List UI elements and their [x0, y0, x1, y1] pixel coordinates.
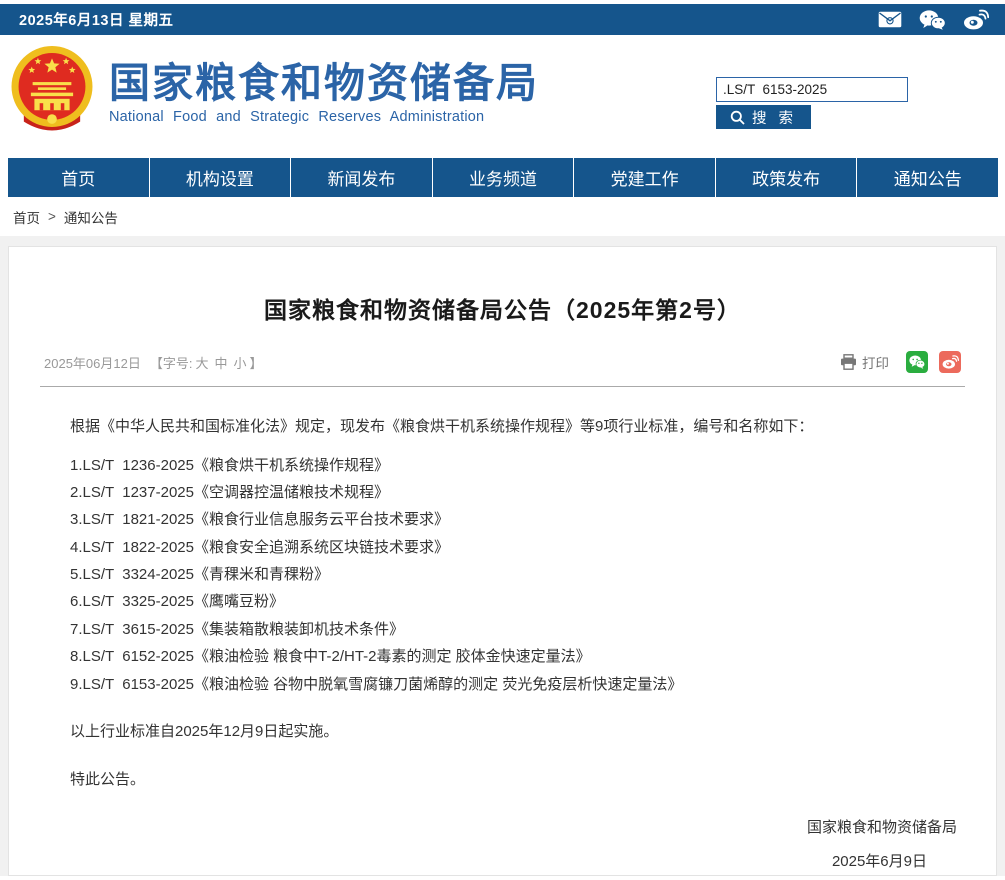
nav-item-label: 业务频道: [469, 165, 537, 190]
standard-item-6: 6.LS/T 3325-2025《鹰嘴豆粉》: [40, 594, 965, 610]
topbar-icon-group: [878, 9, 989, 30]
site-name: 国家粮食和物资储备局 National Food and Strategic R…: [109, 60, 539, 124]
announcement-container: 国家粮食和物资储备局公告（2025年第2号） 2025年06月12日 【字号: …: [8, 246, 997, 876]
printer-icon: [840, 354, 857, 370]
search-button[interactable]: 搜 索: [716, 105, 811, 129]
search-input[interactable]: [716, 77, 908, 102]
weibo-share-icon[interactable]: [939, 351, 961, 373]
standard-item-1: 1.LS/T 1236-2025《粮食烘干机系统操作规程》: [40, 458, 965, 474]
signature: 国家粮食和物资储备局: [40, 816, 957, 837]
site-logo[interactable]: 国家粮食和物资储备局 National Food and Strategic R…: [8, 44, 539, 141]
font-size-medium-button[interactable]: 中: [214, 353, 227, 372]
nav-item-organization[interactable]: 机构设置: [150, 158, 292, 197]
national-emblem-icon: [8, 44, 96, 141]
wechat-share-icon[interactable]: [906, 351, 928, 373]
implementation-note: 以上行业标准自2025年12月9日起实施。: [40, 720, 965, 741]
font-size-small-button[interactable]: 小: [234, 353, 247, 372]
search-button-label: 搜 索: [752, 107, 797, 128]
nav-item-notices[interactable]: 通知公告: [857, 158, 998, 197]
nav-item-label: 机构设置: [186, 165, 254, 190]
font-size-large-button[interactable]: 大: [195, 353, 208, 372]
breadcrumb-home-link[interactable]: 首页: [13, 207, 40, 227]
standard-item-3: 3.LS/T 1821-2025《粮食行业信息服务云平台技术要求》: [40, 512, 965, 528]
main-nav: 首页 机构设置 新闻发布 业务频道 党建工作 政策发布 通知公告: [8, 158, 998, 197]
standard-item-8: 8.LS/T 6152-2025《粮油检验 粮食中T-2/HT-2毒素的测定 胶…: [40, 649, 965, 665]
announcement-intro: 根据《中华人民共和国标准化法》规定，现发布《粮食烘干机系统操作规程》等9项行业标…: [40, 416, 965, 439]
standard-item-9: 9.LS/T 6153-2025《粮油检验 谷物中脱氧雪腐镰刀菌烯醇的测定 荧光…: [40, 677, 965, 693]
print-button[interactable]: 打印: [840, 352, 889, 372]
top-bar: 2025年6月13日 星期五: [0, 4, 1005, 35]
signature-date: 2025年6月9日: [40, 850, 927, 871]
site-name-english: National Food and Strategic Reserves Adm…: [109, 109, 539, 125]
search-icon: [730, 110, 745, 125]
nav-item-business[interactable]: 业务频道: [433, 158, 575, 197]
site-name-chinese: 国家粮食和物资储备局: [109, 60, 539, 107]
announcement-body: 根据《中华人民共和国标准化法》规定，现发布《粮食烘干机系统操作规程》等9项行业标…: [40, 387, 965, 876]
standard-item-7: 7.LS/T 3615-2025《集装箱散粮装卸机技术条件》: [40, 622, 965, 638]
article-meta-right: 打印: [840, 351, 961, 373]
print-label: 打印: [862, 352, 889, 372]
mail-icon[interactable]: [878, 11, 902, 28]
wechat-icon[interactable]: [919, 10, 946, 30]
page-background: 国家粮食和物资储备局公告（2025年第2号） 2025年06月12日 【字号: …: [0, 236, 1005, 876]
nav-item-label: 政策发布: [752, 165, 820, 190]
publish-date: 2025年06月12日: [44, 353, 141, 372]
closing-statement: 特此公告。: [40, 768, 965, 789]
article-meta-row: 2025年06月12日 【字号: 大 中 小 】: [40, 351, 965, 387]
site-search: 搜 索: [716, 77, 908, 129]
nav-item-label: 新闻发布: [327, 165, 395, 190]
weibo-icon[interactable]: [963, 9, 989, 30]
breadcrumb: 首页 > 通知公告: [0, 197, 1005, 236]
nav-item-label: 首页: [61, 165, 95, 190]
site-header: 国家粮食和物资储备局 National Food and Strategic R…: [0, 35, 1005, 158]
font-size-prefix: 【字号:: [150, 353, 193, 372]
current-date: 2025年6月13日 星期五: [19, 9, 173, 30]
nav-item-label: 党建工作: [611, 165, 679, 190]
standard-item-5: 5.LS/T 3324-2025《青稞米和青稞粉》: [40, 567, 965, 583]
standard-item-4: 4.LS/T 1822-2025《粮食安全追溯系统区块链技术要求》: [40, 540, 965, 556]
nav-item-label: 通知公告: [894, 165, 962, 190]
font-size-suffix: 】: [250, 353, 263, 372]
nav-item-home[interactable]: 首页: [8, 158, 150, 197]
breadcrumb-current-link[interactable]: 通知公告: [64, 207, 118, 227]
nav-item-policy[interactable]: 政策发布: [716, 158, 858, 197]
nav-item-news[interactable]: 新闻发布: [291, 158, 433, 197]
nav-item-party-building[interactable]: 党建工作: [574, 158, 716, 197]
standard-item-2: 2.LS/T 1237-2025《空调器控温储粮技术规程》: [40, 485, 965, 501]
page-title: 国家粮食和物资储备局公告（2025年第2号）: [40, 247, 965, 351]
article-meta-left: 2025年06月12日 【字号: 大 中 小 】: [44, 353, 263, 372]
breadcrumb-separator: >: [48, 209, 56, 224]
